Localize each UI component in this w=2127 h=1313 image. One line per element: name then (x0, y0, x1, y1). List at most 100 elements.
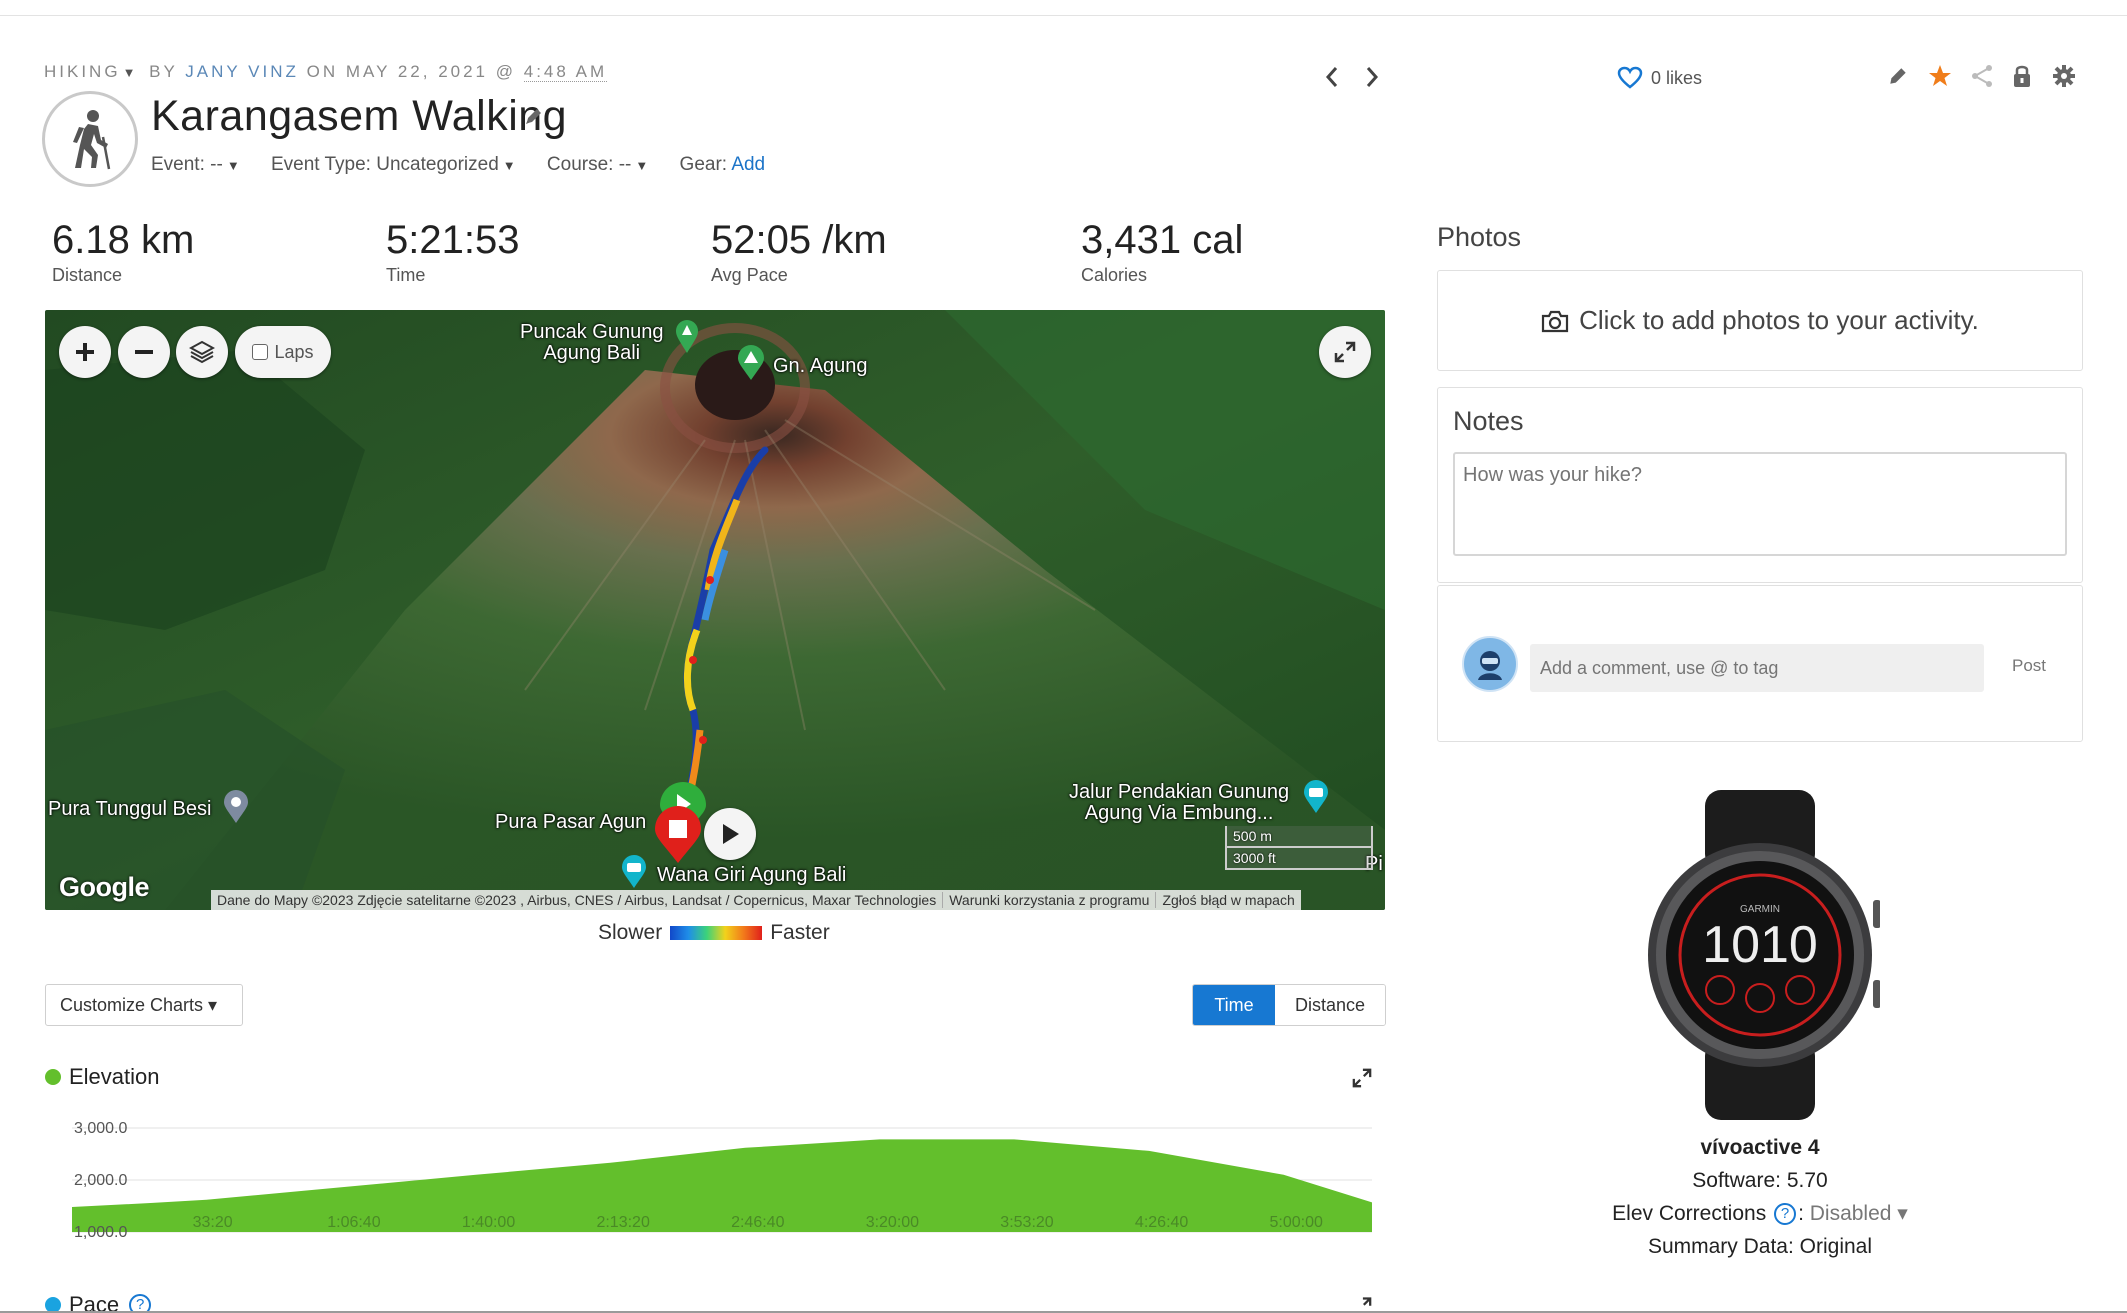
toggle-distance[interactable]: Distance (1275, 985, 1385, 1025)
x-axis-toggle: Time Distance (1192, 984, 1386, 1026)
notes-input[interactable] (1453, 452, 2067, 556)
add-photos-button[interactable]: Click to add photos to your activity. (1437, 270, 2083, 371)
google-logo: Google (59, 872, 150, 902)
activity-meta: HIKING ▼ BY JANY VINZ ON MAY 22, 2021 @ 4… (44, 62, 608, 82)
y-tick-label: 3,000.0 (74, 1120, 127, 1137)
chevron-down-icon: ▼ (502, 158, 516, 173)
place-label: Pura Tunggul Besi (48, 798, 212, 820)
zoom-out-button[interactable] (118, 326, 170, 378)
terms-link[interactable]: Warunki korzystania z programu (943, 892, 1157, 908)
gear-label: Gear: (679, 154, 728, 175)
comment-input[interactable] (1530, 644, 1984, 692)
avatar[interactable] (1462, 636, 1518, 692)
author-link[interactable]: JANY VINZ (185, 62, 299, 81)
device-info: vívoactive 4 Software: 5.70 Elev Correct… (1437, 1131, 2083, 1263)
elev-corrections-value: Disabled (1809, 1202, 1892, 1225)
device-image: GARMIN 1010 (1640, 790, 1881, 1125)
laps-label: Laps (274, 341, 314, 362)
play-icon (723, 824, 739, 844)
chevron-down-icon: ▼ (635, 158, 649, 173)
pencil-icon[interactable] (524, 106, 544, 131)
stat-distance: 6.18 km Distance (52, 218, 194, 286)
activity-type-dropdown-icon[interactable]: ▼ (123, 65, 136, 80)
elevation-chart-header: Elevation (45, 1064, 160, 1090)
y-tick-label: 2,000.0 (74, 1172, 127, 1189)
map-fullscreen-button[interactable] (1319, 326, 1371, 378)
toggle-time[interactable]: Time (1193, 985, 1275, 1025)
elevation-title: Elevation (69, 1064, 160, 1089)
temple-marker-icon[interactable] (223, 790, 249, 829)
map-attribution: Dane do Mapy ©2023 Zdjęcie satelitarne ©… (211, 890, 1301, 910)
report-error-link[interactable]: Zgłoś błąd w mapach (1156, 892, 1300, 908)
comment-panel: Post (1437, 585, 2083, 742)
device-name[interactable]: vívoactive 4 (1437, 1131, 2083, 1164)
share-icon[interactable] (1968, 62, 1996, 90)
event-type-label: Event Type: Uncategorized (270, 154, 499, 175)
event-selector[interactable]: Event: -- ▼ (151, 154, 240, 175)
gear-field: Gear: Add (680, 154, 766, 175)
y-tick-label: 1,000.0 (74, 1224, 127, 1240)
chevron-down-icon: ▼ (226, 158, 240, 173)
add-gear-link[interactable]: Add (731, 154, 765, 175)
mountain-marker-icon[interactable] (737, 345, 765, 386)
photos-title: Photos (1437, 222, 1522, 252)
x-tick-label: 2:13:20 (596, 1214, 649, 1231)
x-tick-label: 1:06:40 (327, 1214, 380, 1231)
map-layers-button[interactable] (176, 326, 228, 378)
place-label: Gn. Agung (773, 355, 868, 377)
finish-marker-icon[interactable] (653, 804, 703, 869)
legend-faster: Faster (770, 921, 830, 944)
camera-icon (1541, 310, 1569, 332)
laps-toggle[interactable]: Laps (235, 326, 331, 378)
device-software: Software: 5.70 (1692, 1169, 1828, 1192)
next-arrow-icon[interactable] (1362, 62, 1382, 92)
x-tick-label: 2:46:40 (731, 1214, 784, 1231)
activity-type[interactable]: HIKING (44, 62, 121, 81)
stat-value: 6.18 km (52, 218, 195, 262)
expand-chart-icon[interactable] (1352, 1068, 1372, 1093)
laps-checkbox[interactable] (252, 344, 269, 360)
elevation-chart[interactable]: 1,000.0 2,000.0 3,000.0 33:20 1:06:40 1:40:00… (60, 1100, 1380, 1240)
favorite-star-icon[interactable] (1926, 62, 1954, 90)
edit-pencil-icon[interactable] (1884, 62, 1912, 90)
add-photos-label: Click to add photos to your activity. (1579, 305, 1979, 335)
zoom-in-button[interactable] (59, 326, 111, 378)
activity-date: MAY 22, 2021 (345, 62, 489, 81)
help-icon[interactable]: ? (1774, 1203, 1797, 1226)
stat-label: Time (386, 265, 426, 285)
activity-time[interactable]: 4:48 AM (523, 62, 608, 82)
elev-corrections-dropdown[interactable]: Disabled ▾ (1810, 1202, 1908, 1225)
x-tick-label: 3:53:20 (1000, 1214, 1053, 1231)
park-marker-icon[interactable] (675, 320, 699, 359)
event-type-selector[interactable]: Event Type: Uncategorized ▼ (271, 154, 516, 175)
x-tick-label: 4:26:40 (1135, 1214, 1188, 1231)
at-sign: @ (495, 62, 517, 81)
elev-corrections-label: Elev Corrections (1612, 1202, 1767, 1225)
elev-corrections: Elev Corrections ?: Disabled ▾ (1612, 1202, 1908, 1226)
stat-value: 5:21:53 (386, 218, 520, 262)
lock-icon[interactable] (2008, 62, 2036, 90)
heart-icon (1617, 66, 1643, 89)
post-button[interactable]: Post (2012, 656, 2046, 676)
activity-map[interactable]: Laps Puncak Gunung Agung Bali Gn. Agung … (45, 310, 1385, 910)
layers-icon (189, 340, 215, 364)
course-selector[interactable]: Course: -- ▼ (547, 154, 648, 175)
attribution-data: Dane do Mapy ©2023 Zdjęcie satelitarne ©… (211, 892, 944, 908)
likes-count: 0 likes (1651, 67, 1703, 88)
customize-charts-button[interactable]: Customize Charts ▾ (45, 984, 243, 1026)
watch-brand: GARMIN (1740, 904, 1780, 915)
camera-marker-icon[interactable] (621, 855, 647, 894)
stat-calories: 3,431 cal Calories (1081, 218, 1243, 286)
camera-marker-icon[interactable] (1303, 780, 1329, 819)
elevation-dot (45, 1069, 61, 1085)
activity-properties: Event: -- ▼ Event Type: Uncategorized ▼ Co… (151, 154, 791, 176)
like-button[interactable]: 0 likes (1617, 66, 1702, 90)
gear-icon[interactable] (2050, 62, 2078, 90)
watch-face-time: 1010 (1702, 916, 1818, 974)
play-route-button[interactable] (704, 808, 756, 860)
x-tick-label: 3:20:00 (866, 1214, 919, 1231)
x-tick-label: 1:40:00 (462, 1214, 515, 1231)
x-tick-label: 33:20 (193, 1214, 233, 1231)
course-label: Course: -- (546, 154, 632, 175)
previous-arrow-icon[interactable] (1322, 62, 1342, 92)
